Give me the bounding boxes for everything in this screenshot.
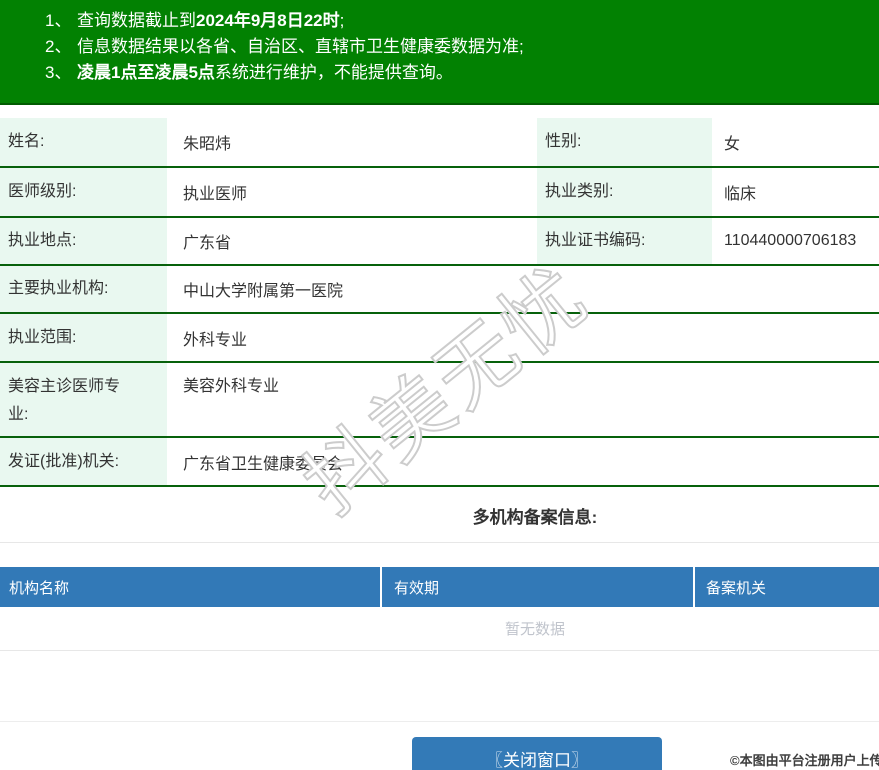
field-value: 外科专业	[183, 331, 248, 349]
field-label-text: 发证(批准)机关:	[8, 452, 120, 470]
field-value: 中山大学附属第一医院	[183, 283, 344, 300]
notice-text: 信息数据结果以各省、自治区、直辖市卫生健康委数据为准;	[77, 37, 524, 56]
notice-number: 2、	[45, 37, 72, 56]
filing-table-header: 机构名称 有效期 备案机关	[0, 567, 879, 607]
notice-line: 2、 信息数据结果以各省、自治区、直辖市卫生健康委数据为准;	[45, 34, 879, 60]
uploader-stamp-watermark: ©本图由平台注册用户上传	[730, 753, 879, 768]
filing-empty-row: 暂无数据	[0, 607, 879, 651]
field-value: 女	[724, 136, 741, 153]
notice-number: 3、	[45, 63, 72, 82]
notice-text: 查询数据截止到	[77, 11, 196, 30]
notice-line: 1、 查询数据截止到2024年9月8日22时;	[45, 8, 879, 34]
field-label: 美容主诊医师专业:	[0, 363, 167, 436]
field-label-text: 执业范围:	[8, 328, 77, 346]
notice-text: 2024年9月8日22时	[196, 11, 340, 30]
field-label-text: 性别:	[545, 133, 582, 150]
field-label: 医师级别:	[0, 168, 167, 216]
filing-column-header: 机构名称	[9, 579, 70, 597]
notice-number: 1、	[45, 11, 72, 30]
field-value: 110440000706183	[724, 232, 857, 249]
notice-text: 系统进行维护，不能提供查询。	[214, 63, 453, 82]
notice-banner: 1、 查询数据截止到2024年9月8日22时; 2、 信息数据结果以各省、自治区、直辖…	[0, 0, 879, 105]
info-row: 美容主诊医师专业: 美容外科专业	[0, 363, 879, 438]
field-label: 姓名:	[0, 118, 167, 166]
field-label: 性别:	[537, 118, 712, 166]
info-row: 主要执业机构: 中山大学附属第一医院	[0, 266, 879, 314]
filing-column-header: 有效期	[380, 567, 693, 607]
field-value: 朱昭炜	[183, 136, 232, 153]
close-window-button[interactable]: 〖关闭窗口〗	[412, 737, 662, 770]
field-label: 执业证书编码:	[537, 218, 712, 264]
practitioner-info-table: 姓名: 朱昭炜 性别: 女医师级别: 执业医师 执业类别: 临床执业地点: 广东省 执业证书编码…	[0, 118, 879, 487]
info-row: 姓名: 朱昭炜 性别: 女	[0, 118, 879, 168]
no-data-text: 暂无数据	[504, 621, 565, 638]
field-label-text: 执业类别:	[545, 183, 614, 200]
field-value: 临床	[724, 186, 757, 203]
field-label-text: 姓名:	[8, 133, 45, 150]
info-row: 执业地点: 广东省 执业证书编码: 110440000706183	[0, 218, 879, 266]
field-value: 美容外科专业	[183, 378, 280, 395]
field-label-text: 医师级别:	[8, 183, 77, 200]
field-label-text: 执业证书编码:	[545, 232, 646, 249]
filing-column-header: 备案机关	[693, 567, 879, 607]
field-value: 广东省卫生健康委员会	[183, 455, 344, 473]
multi-institution-filing-heading: 多机构备案信息:	[472, 508, 598, 527]
practitioner-license-query-result-page: 1、 查询数据截止到2024年9月8日22时; 2、 信息数据结果以各省、自治区、直辖…	[0, 0, 879, 770]
notice-text: 凌晨1点至凌晨5点	[77, 63, 215, 82]
info-row: 医师级别: 执业医师 执业类别: 临床	[0, 168, 879, 218]
field-label-text: 美容主诊医师专业:	[8, 378, 121, 423]
field-value: 广东省	[183, 235, 232, 252]
field-label-text: 执业地点:	[8, 232, 77, 249]
divider	[0, 721, 879, 722]
info-row: 执业范围: 外科专业	[0, 314, 879, 363]
field-value: 执业医师	[183, 186, 248, 203]
field-label: 发证(批准)机关:	[0, 438, 167, 485]
field-label: 主要执业机构:	[0, 266, 167, 312]
notice-line: 3、 凌晨1点至凌晨5点系统进行维护，不能提供查询。	[45, 60, 879, 86]
info-row: 发证(批准)机关: 广东省卫生健康委员会	[0, 438, 879, 487]
field-label: 执业地点:	[0, 218, 167, 264]
field-label-text: 主要执业机构:	[8, 280, 109, 297]
field-label: 执业类别:	[537, 168, 712, 216]
notice-text: ;	[339, 11, 345, 30]
divider	[0, 542, 879, 543]
field-label: 执业范围:	[0, 314, 167, 361]
